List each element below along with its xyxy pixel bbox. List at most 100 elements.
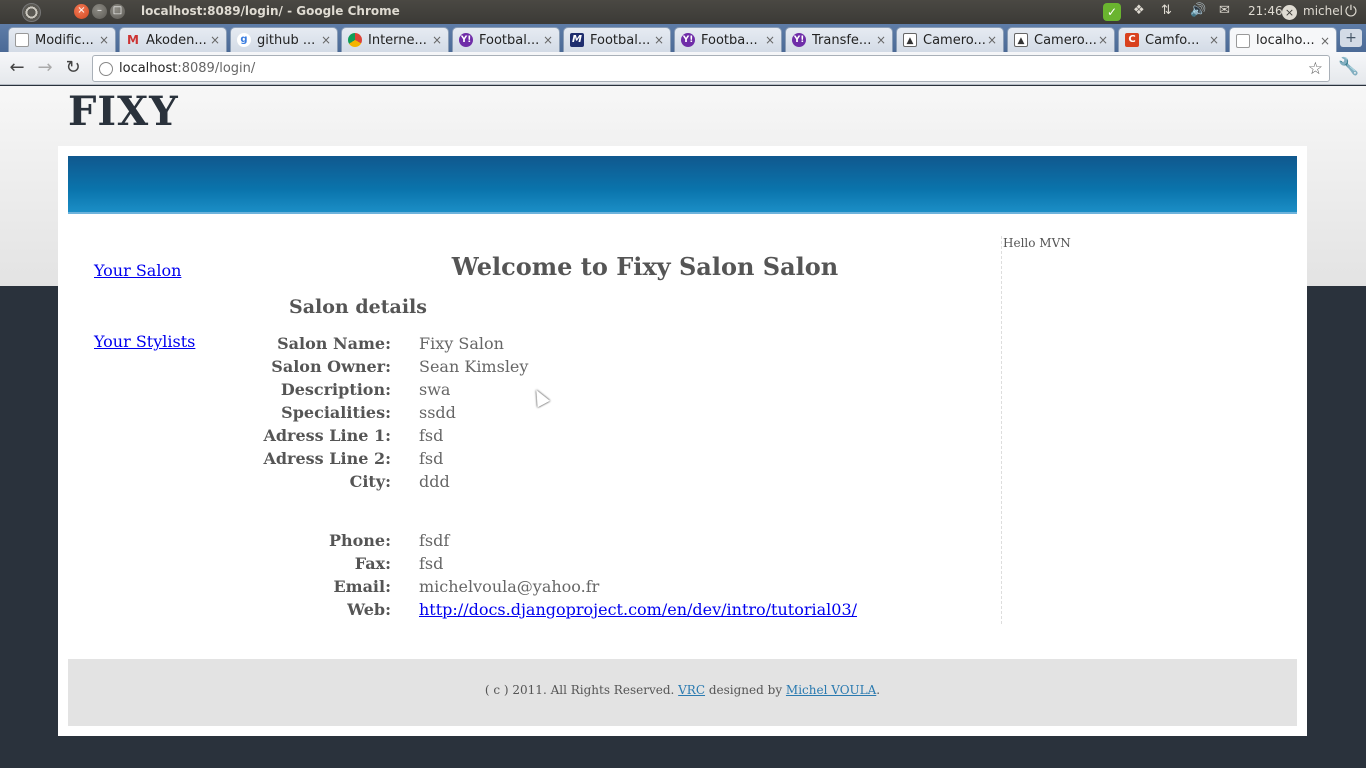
tab-close-icon[interactable]: ×: [1318, 34, 1332, 48]
yahoo-icon: Y!: [681, 33, 695, 47]
detail-value: ssdd: [419, 403, 456, 422]
tab-title: Footba...: [701, 32, 758, 48]
window-minimize-button[interactable]: –: [92, 4, 107, 19]
camfo-icon: C: [1125, 33, 1139, 47]
browser-tab[interactable]: ▲ Camero... ×: [1007, 27, 1115, 52]
update-shield-icon[interactable]: ✓: [1103, 3, 1121, 21]
volume-icon[interactable]: 🔊: [1190, 3, 1206, 21]
address-path: :8089/login/: [177, 61, 256, 76]
tab-title: Akoden...: [146, 32, 207, 48]
browser-tab[interactable]: g github ... ×: [230, 27, 338, 52]
detail-label: City:: [349, 472, 391, 491]
detail-label: Specialities:: [281, 403, 391, 422]
tab-title: Interne...: [368, 32, 427, 48]
page-title: Welcome to Fixy Salon Salon: [451, 252, 839, 281]
tab-title: Footbal...: [590, 32, 651, 48]
browser-tab[interactable]: ▲ Camero... ×: [896, 27, 1004, 52]
tab-close-icon[interactable]: ×: [430, 33, 444, 47]
footer-designed-by: designed by: [705, 683, 786, 697]
tab-strip: Modific... × M Akoden... × g github ... × Intern…: [0, 24, 1366, 53]
right-column-divider: [1001, 236, 1002, 624]
address-bar[interactable]: localhost:8089/login/ ☆: [92, 55, 1330, 82]
footer-copyright: ( c ) 2011. All Rights Reserved.: [484, 683, 679, 697]
tab-close-icon[interactable]: ×: [541, 33, 555, 47]
tab-title: Camero...: [923, 32, 985, 48]
sidebar-link-your-salon[interactable]: Your Salon: [94, 261, 181, 280]
mail-icon[interactable]: ✉: [1219, 3, 1230, 21]
wrench-menu-icon[interactable]: 🔧: [1338, 57, 1359, 77]
tab-close-icon[interactable]: ×: [985, 33, 999, 47]
ubuntu-logo-icon[interactable]: [22, 3, 41, 22]
detail-label: Adress Line 2:: [263, 449, 391, 468]
header-banner: [68, 156, 1297, 214]
detail-value: fsd: [419, 554, 444, 573]
footer: ( c ) 2011. All Rights Reserved. VRC des…: [68, 659, 1297, 726]
greeting-text: Hello MVN: [1003, 236, 1071, 250]
detail-value: fsd: [419, 449, 444, 468]
tab-title: Camfo...: [1145, 32, 1200, 48]
detail-value: michelvoula@yahoo.fr: [419, 577, 600, 596]
os-top-panel: × – □ localhost:8089/login/ - Google Chr…: [0, 0, 1366, 24]
detail-value: ddd: [419, 472, 450, 491]
sidebar-link-your-stylists[interactable]: Your Stylists: [94, 332, 195, 351]
footer-link-author[interactable]: Michel VOULA: [786, 683, 876, 697]
browser-tab[interactable]: Interne... ×: [341, 27, 449, 52]
network-icon[interactable]: ⇅: [1161, 3, 1172, 21]
tab-title: Transfe...: [812, 32, 872, 48]
browser-tab[interactable]: Y! Footba... ×: [674, 27, 782, 52]
browser-tab[interactable]: Y! Transfe... ×: [785, 27, 893, 52]
tab-close-icon[interactable]: ×: [1207, 33, 1221, 47]
tab-close-icon[interactable]: ×: [1096, 33, 1110, 47]
browser-tab[interactable]: localho... ×: [1229, 27, 1337, 53]
new-tab-button[interactable]: +: [1340, 29, 1362, 47]
dropbox-icon[interactable]: ❖: [1133, 3, 1145, 21]
tab-close-icon[interactable]: ×: [319, 33, 333, 47]
document-icon: [1236, 33, 1250, 48]
detail-label: Salon Owner:: [271, 357, 391, 376]
browser-tab[interactable]: M Akoden... ×: [119, 27, 227, 52]
tab-title: github ...: [257, 32, 316, 48]
globe-icon: [99, 61, 113, 76]
detail-value-link[interactable]: http://docs.djangoproject.com/en/dev/int…: [419, 600, 857, 619]
window-maximize-button[interactable]: □: [110, 4, 125, 19]
detail-value: fsd: [419, 426, 444, 445]
tab-close-icon[interactable]: ×: [763, 33, 777, 47]
section-title: Salon details: [289, 296, 427, 318]
detail-label: Web:: [347, 600, 391, 619]
forward-arrow-icon[interactable]: →: [34, 57, 56, 79]
browser-tab[interactable]: Modific... ×: [8, 27, 116, 52]
yahoo-icon: Y!: [459, 33, 473, 47]
tab-close-icon[interactable]: ×: [97, 33, 111, 47]
detail-label: Description:: [280, 380, 391, 399]
site-logo[interactable]: FIXY: [68, 88, 179, 135]
bookmark-star-icon[interactable]: ☆: [1308, 59, 1323, 79]
reload-icon[interactable]: ↻: [62, 57, 84, 79]
detail-label: Phone:: [328, 531, 391, 550]
footer-link-vrc[interactable]: VRC: [678, 683, 705, 697]
back-arrow-icon[interactable]: ←: [6, 57, 28, 79]
detail-label: Salon Name:: [277, 334, 391, 353]
power-icon[interactable]: ⏻: [1345, 2, 1357, 20]
tab-title: Modific...: [35, 32, 94, 48]
tab-title: localho...: [1256, 33, 1315, 48]
tab-close-icon[interactable]: ×: [874, 33, 888, 47]
browser-tab[interactable]: M Footbal... ×: [563, 27, 671, 52]
detail-value: fsdf: [419, 531, 450, 550]
detail-label: Email:: [333, 577, 391, 596]
detail-value: swa: [419, 380, 451, 399]
user-status-icon[interactable]: ×: [1282, 5, 1297, 20]
tab-close-icon[interactable]: ×: [652, 33, 666, 47]
browser-tab[interactable]: Y! Footbal... ×: [452, 27, 560, 52]
browser-toolbar: ← → ↻ localhost:8089/login/ ☆ 🔧: [0, 52, 1366, 85]
tab-title: Footbal...: [479, 32, 540, 48]
detail-label: Fax:: [354, 554, 391, 573]
user-name[interactable]: michel: [1303, 4, 1343, 22]
clock[interactable]: 21:46: [1248, 4, 1283, 22]
detail-label: Adress Line 1:: [263, 426, 391, 445]
chrome-icon: [348, 33, 362, 47]
browser-tab[interactable]: C Camfo... ×: [1118, 27, 1226, 52]
gmail-icon: M: [127, 33, 139, 47]
tab-close-icon[interactable]: ×: [208, 33, 222, 47]
window-close-button[interactable]: ×: [74, 4, 89, 19]
address-host: localhost: [119, 61, 178, 76]
